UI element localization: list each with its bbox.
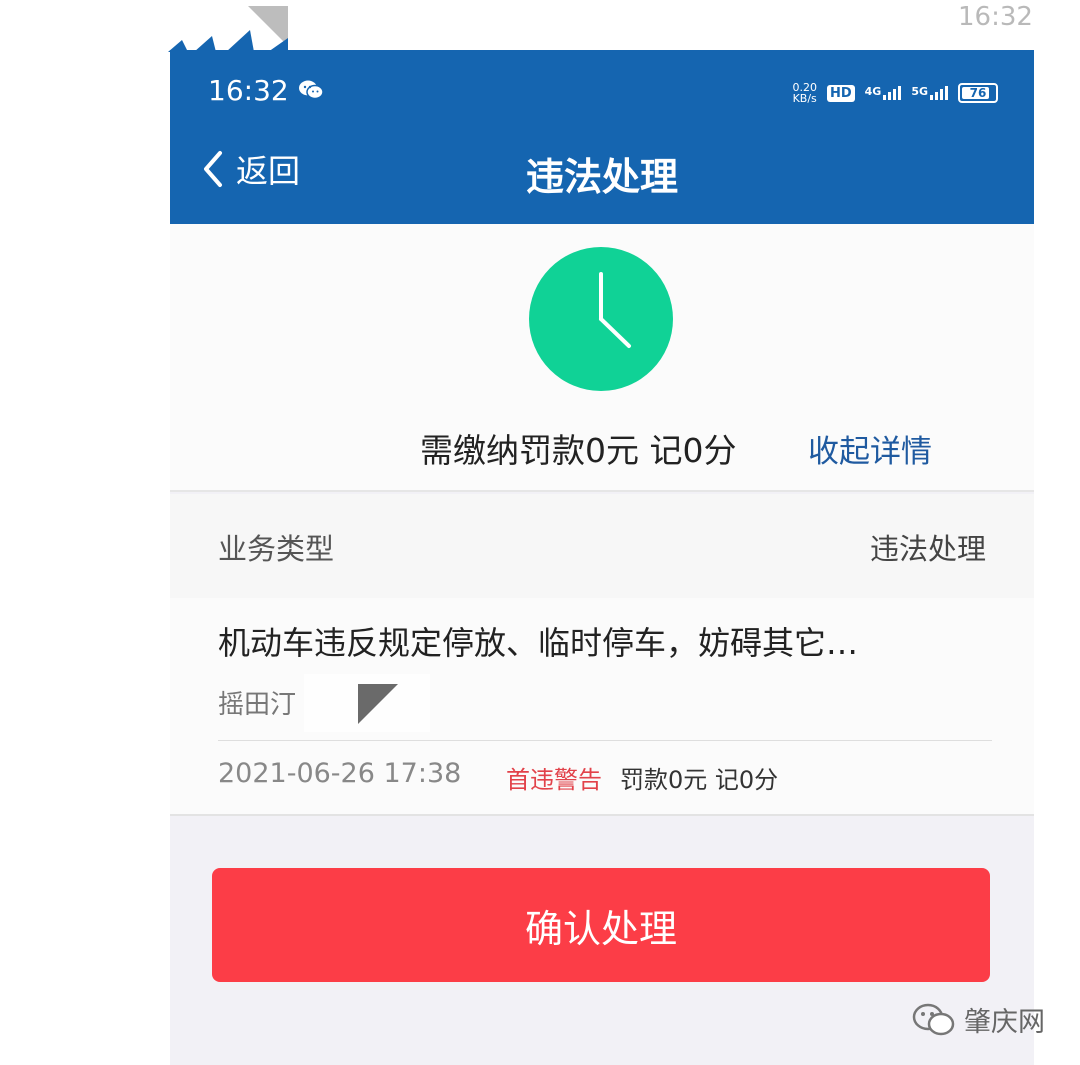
watermark-label: 肇庆网 [964, 1007, 1045, 1038]
outer-time: 16:32 [958, 2, 1033, 32]
divider [218, 740, 992, 741]
hd-icon: HD [826, 84, 855, 102]
wechat-icon [912, 1003, 955, 1035]
page-title: 违法处理 [525, 155, 678, 199]
status-icons: 0.20 KB/s HD 4G 5G 76 [792, 76, 998, 110]
redaction-shape [358, 684, 398, 724]
phone-screen: 16:32 0.20 KB/s HD 4G 5G 76 返回 违法处理 需缴纳罚… [170, 50, 1034, 1065]
wechat-icon [299, 80, 324, 100]
record-fine-text: 罚款0元 记0分 [620, 766, 779, 794]
network-speed: 0.20 KB/s [792, 81, 817, 105]
business-type-value: 违法处理 [869, 532, 986, 566]
corner-decoration [168, 6, 288, 52]
signal-5g-icon: 5G [911, 86, 948, 100]
watermark: 肇庆网 [912, 1000, 1045, 1039]
confirm-button[interactable]: 确认处理 [212, 868, 990, 982]
violation-title: 机动车违反规定停放、临时停车，妨碍其它… [218, 624, 859, 662]
business-type-label: 业务类型 [218, 532, 335, 566]
status-time: 16:32 [208, 74, 289, 107]
violation-location: 摇田汀 [218, 690, 297, 720]
first-violation-warning: 首违警告 [506, 766, 602, 794]
violation-date: 2021-06-26 17:38 [218, 758, 462, 789]
battery-icon: 76 [958, 83, 998, 103]
fine-amount-text: 需缴纳罚款0元 记0分 [420, 431, 737, 470]
business-type-row: 业务类型 违法处理 [170, 494, 1034, 598]
collapse-details-link[interactable]: 收起详情 [808, 426, 932, 471]
signal-4g-icon: 4G [865, 86, 902, 100]
clock-icon [529, 247, 673, 391]
app-header: 16:32 0.20 KB/s HD 4G 5G 76 返回 违法处理 [170, 50, 1034, 224]
violation-record[interactable]: 机动车违反规定停放、临时停车，妨碍其它… 摇田汀 2021-06-26 17:3… [170, 598, 1034, 816]
fine-summary: 需缴纳罚款0元 记0分 收起详情 [170, 224, 1034, 492]
